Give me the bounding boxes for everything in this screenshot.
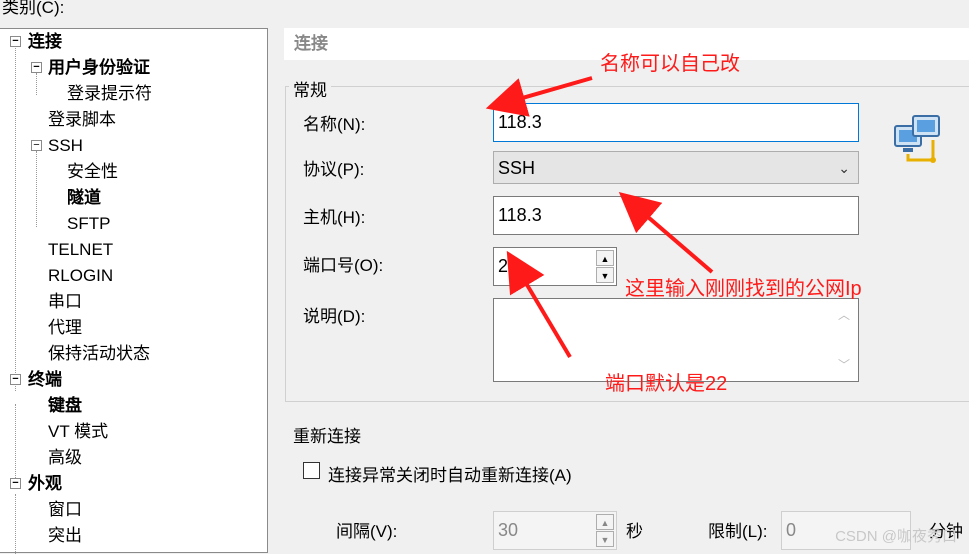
tree-connector — [15, 494, 16, 554]
interval-input[interactable]: 30 ▲ ▼ — [493, 511, 617, 550]
tree-connector — [15, 46, 16, 391]
collapse-icon[interactable]: − — [10, 374, 21, 385]
tree-item-connection[interactable]: − 连接 — [10, 30, 62, 54]
host-label: 主机(H): — [303, 208, 366, 227]
reconnect-group-title: 重新连接 — [293, 427, 361, 446]
collapse-icon[interactable]: − — [31, 140, 42, 151]
port-input[interactable]: 22 ▲ ▼ — [493, 247, 617, 286]
tree-connector — [36, 151, 37, 227]
auto-reconnect-label[interactable]: 连接异常关闭时自动重新连接(A) — [328, 461, 572, 486]
general-group-title: 常规 — [289, 76, 331, 101]
tree-item-advanced[interactable]: 高级 — [48, 446, 82, 470]
tree-item-proxy[interactable]: 代理 — [48, 316, 82, 340]
host-annotation: 这里输入刚刚找到的公网Ip — [625, 278, 862, 300]
tree-item-keyboard[interactable]: 键盘 — [48, 394, 82, 418]
port-label: 端口号(O): — [303, 256, 384, 275]
limit-value: 0 — [786, 520, 797, 540]
spin-up-button[interactable]: ▲ — [596, 250, 614, 266]
spin-down-button[interactable]: ▼ — [596, 531, 614, 547]
interval-unit: 秒 — [626, 522, 643, 541]
auto-reconnect-checkbox[interactable] — [303, 462, 320, 479]
protocol-select[interactable]: SSH ⌄ — [493, 151, 859, 184]
tree-item-sftp[interactable]: SFTP — [67, 212, 110, 236]
tree-item-rlogin[interactable]: RLOGIN — [48, 264, 113, 288]
tree-item-keepalive[interactable]: 保持活动状态 — [48, 342, 150, 366]
collapse-icon[interactable]: − — [10, 36, 21, 47]
interval-value: 30 — [498, 520, 519, 540]
tree-item-highlight[interactable]: 突出 — [48, 524, 82, 548]
tree-item-security[interactable]: 安全性 — [67, 160, 118, 184]
tree-item-auth[interactable]: − 用户身份验证 — [31, 56, 150, 80]
tree-item-ssh[interactable]: − SSH — [31, 134, 83, 158]
protocol-value: SSH — [498, 158, 536, 178]
tree-item-vt-mode[interactable]: VT 模式 — [48, 420, 108, 444]
host-input[interactable]: 118.3 — [493, 196, 859, 235]
spin-down-button[interactable]: ▼ — [596, 267, 614, 283]
protocol-label: 协议(P): — [303, 160, 365, 179]
tree-item-terminal[interactable]: − 终端 — [10, 368, 62, 392]
port-annotation: 端口默认是22 — [605, 373, 728, 395]
description-label: 说明(D): — [303, 307, 366, 326]
category-tree[interactable]: − 连接 − 用户身份验证 登录提示符 登录脚本 − SSH 安全性 隧道 SF… — [0, 28, 268, 554]
watermark: CSDN @咖夜秀口 — [835, 528, 957, 545]
category-label: 类别(C): — [2, 0, 65, 17]
tree-item-login-script[interactable]: 登录脚本 — [48, 108, 116, 132]
tree-item-appearance[interactable]: − 外观 — [10, 472, 62, 496]
scroll-up-icon[interactable]: ︿ — [838, 306, 965, 323]
tree-item-serial[interactable]: 串口 — [48, 290, 82, 314]
name-label: 名称(N): — [303, 115, 366, 134]
tree-item-login-prompts[interactable]: 登录提示符 — [67, 82, 152, 106]
name-input[interactable]: 118.3 — [493, 103, 859, 142]
network-computers-icon — [893, 114, 945, 166]
tree-item-telnet[interactable]: TELNET — [48, 238, 113, 262]
limit-label: 限制(L): — [708, 522, 768, 541]
port-value: 22 — [498, 256, 519, 276]
chevron-down-icon: ⌄ — [838, 160, 850, 176]
rename-annotation: 名称可以自己改 — [600, 53, 740, 75]
tree-item-window[interactable]: 窗口 — [48, 498, 82, 522]
tree-item-tunnel[interactable]: 隧道 — [67, 186, 101, 210]
spin-up-button[interactable]: ▲ — [596, 514, 614, 530]
scroll-down-icon[interactable]: ﹀ — [838, 356, 965, 373]
collapse-icon[interactable]: − — [10, 478, 21, 489]
interval-label: 间隔(V): — [336, 522, 398, 541]
collapse-icon[interactable]: − — [31, 62, 42, 73]
